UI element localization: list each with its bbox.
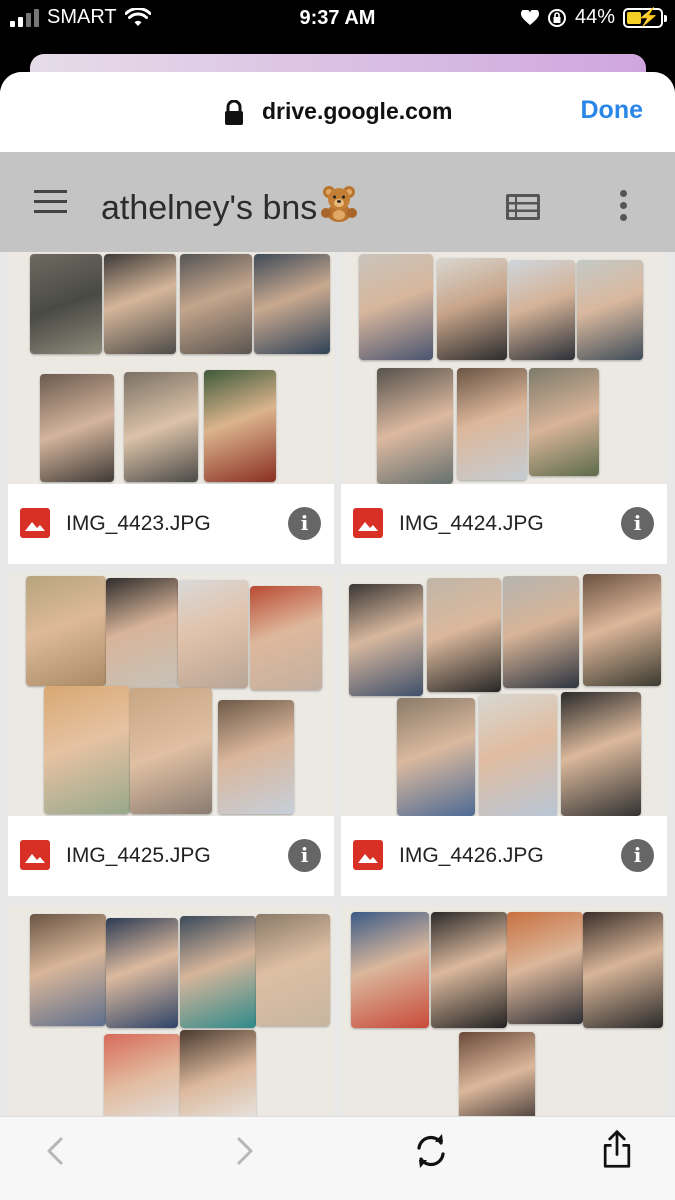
file-card[interactable]: IMG_4424.JPG i (341, 252, 667, 564)
file-name: IMG_4423.JPG (66, 512, 211, 535)
chevron-left-icon[interactable] (36, 1131, 76, 1171)
file-name: IMG_4425.JPG (66, 844, 211, 867)
file-card[interactable]: IMG_4423.JPG i (8, 252, 334, 564)
status-bar: SMART 9:37 AM 44% ⚡ (0, 0, 675, 40)
list-view-icon[interactable] (506, 194, 540, 220)
orientation-lock-icon (547, 8, 566, 27)
info-icon[interactable]: i (621, 839, 654, 872)
done-button[interactable]: Done (581, 96, 644, 125)
file-name: IMG_4426.JPG (399, 844, 544, 867)
file-name-row: IMG_4424.JPG i (341, 484, 667, 564)
file-thumbnail (341, 574, 667, 816)
reload-icon[interactable] (411, 1131, 451, 1171)
image-file-icon (20, 840, 50, 870)
file-grid: IMG_4423.JPG i IMG_4424.JPG i IMG_4425.J… (0, 252, 675, 1116)
file-card[interactable] (8, 906, 334, 1116)
browser-sheet: drive.google.com Done athelney's bns IMG… (0, 72, 675, 1200)
lock-icon (225, 100, 243, 125)
chevron-right-icon[interactable] (224, 1131, 264, 1171)
folder-title-text: athelney's bns (101, 189, 318, 227)
file-thumbnail (8, 574, 334, 816)
file-name-row: IMG_4426.JPG i (341, 816, 667, 896)
page-url: drive.google.com (262, 98, 453, 124)
file-card[interactable]: IMG_4425.JPG i (8, 574, 334, 896)
info-icon[interactable]: i (288, 507, 321, 540)
file-thumbnail (341, 906, 667, 1116)
heart-icon (520, 9, 539, 25)
file-thumbnail (8, 906, 334, 1116)
info-icon[interactable]: i (288, 839, 321, 872)
image-file-icon (20, 508, 50, 538)
browser-toolbar (0, 1116, 675, 1200)
folder-title: athelney's bns (101, 183, 359, 228)
file-name-row: IMG_4423.JPG i (8, 484, 334, 564)
url-bar: drive.google.com Done (0, 72, 675, 152)
info-icon[interactable]: i (621, 507, 654, 540)
image-file-icon (353, 840, 383, 870)
hamburger-icon[interactable] (34, 190, 68, 214)
share-icon[interactable] (597, 1129, 637, 1169)
file-name-row: IMG_4425.JPG i (8, 816, 334, 896)
more-vert-icon[interactable] (620, 190, 630, 222)
file-name: IMG_4424.JPG (399, 512, 544, 535)
teddy-bear-emoji-icon (321, 186, 358, 222)
status-right: 44% ⚡ (520, 6, 667, 29)
battery-icon: ⚡ (623, 7, 667, 28)
file-card[interactable] (341, 906, 667, 1116)
file-thumbnail (341, 252, 667, 484)
battery-percent: 44% (574, 6, 615, 28)
drive-app-bar: athelney's bns (0, 152, 675, 252)
file-card[interactable]: IMG_4426.JPG i (341, 574, 667, 896)
image-file-icon (353, 508, 383, 538)
file-thumbnail (8, 252, 334, 484)
